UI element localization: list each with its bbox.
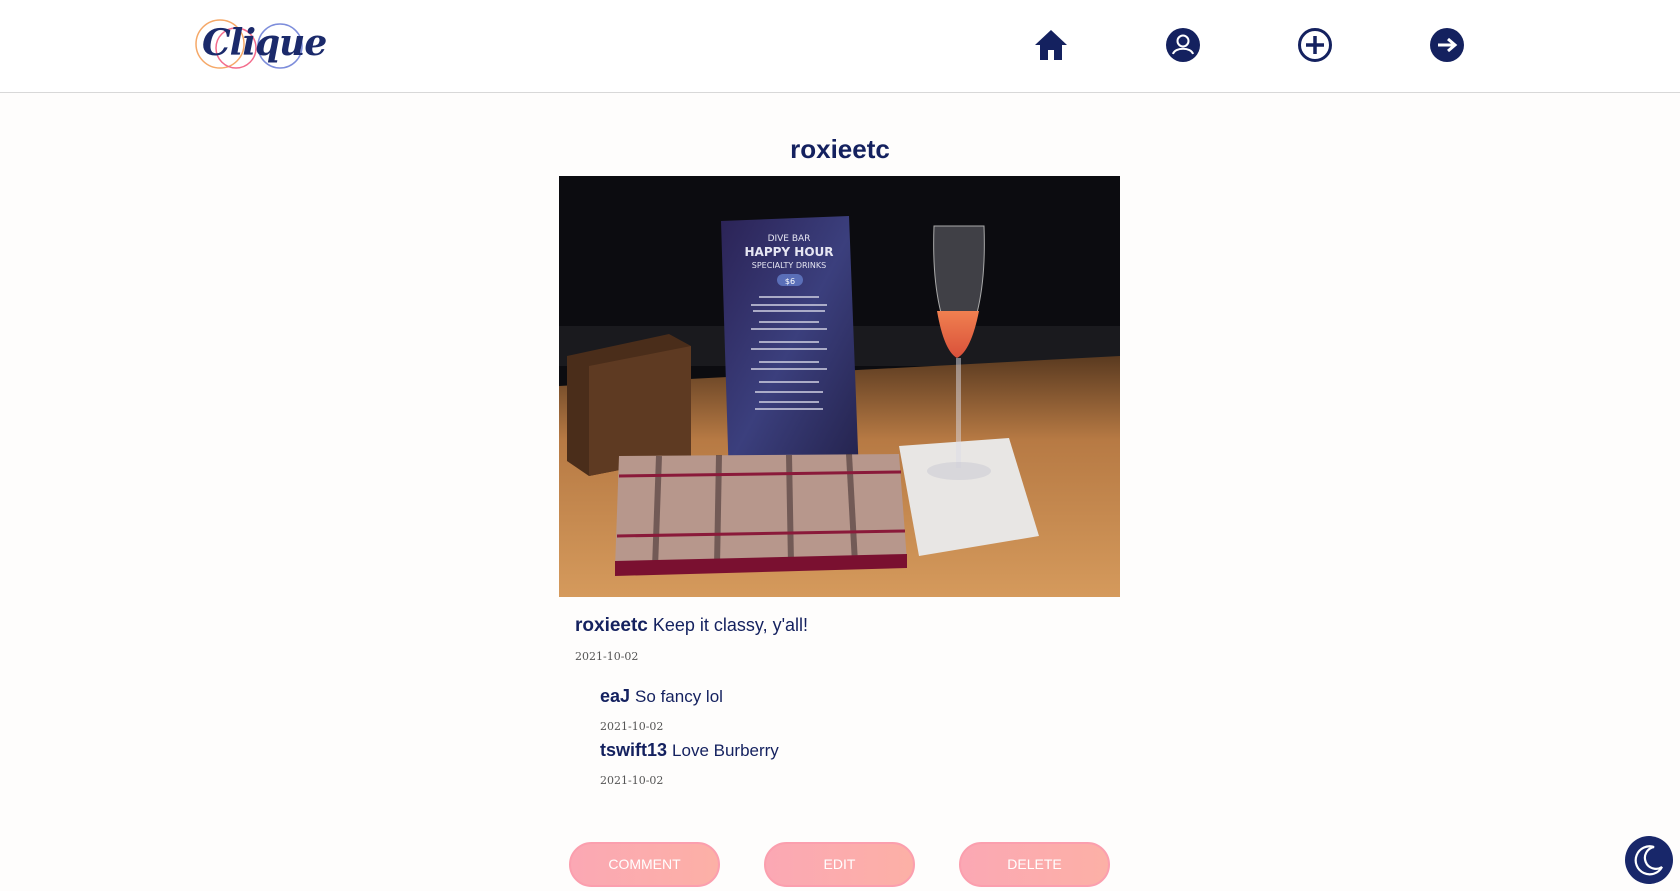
comment-item: eaJ So fancy lol [600, 686, 723, 707]
post-caption: roxieetc Keep it classy, y'all! [575, 615, 808, 637]
edit-button[interactable]: EDIT [764, 842, 915, 887]
profile-icon[interactable] [1165, 27, 1201, 63]
add-post-icon[interactable] [1297, 27, 1333, 63]
logo-text: Clique [202, 22, 327, 64]
post-image: DIVE BAR HAPPY HOUR SPECIALTY DRINKS $6 [559, 176, 1120, 597]
home-icon[interactable] [1033, 27, 1069, 63]
comment-date: 2021-10-02 [600, 720, 664, 733]
comment-button[interactable]: COMMENT [569, 842, 720, 887]
svg-text:DIVE BAR: DIVE BAR [768, 234, 811, 244]
svg-text:SPECIALTY DRINKS: SPECIALTY DRINKS [752, 261, 826, 270]
comment-date: 2021-10-02 [600, 774, 664, 787]
post-date: 2021-10-02 [575, 650, 639, 663]
svg-text:HAPPY HOUR: HAPPY HOUR [744, 245, 833, 259]
caption-text: Keep it classy, y'all! [652, 615, 809, 635]
comment-text: So fancy lol [635, 687, 723, 706]
caption-author[interactable]: roxieetc [575, 615, 648, 636]
logout-icon[interactable] [1429, 27, 1465, 63]
comment-author[interactable]: eaJ [600, 686, 630, 706]
delete-button[interactable]: DELETE [959, 842, 1110, 887]
comment-text: Love Burberry [672, 741, 779, 760]
dark-mode-toggle[interactable] [1625, 836, 1673, 884]
svg-text:$6: $6 [785, 277, 795, 286]
comment-item: tswift13 Love Burberry [600, 740, 779, 761]
post-author-heading: roxieetc [790, 134, 890, 164]
comment-author[interactable]: tswift13 [600, 740, 667, 760]
moon-icon [1634, 845, 1663, 876]
clique-logo[interactable]: Clique [194, 16, 327, 74]
top-navbar: Clique [0, 0, 1680, 93]
